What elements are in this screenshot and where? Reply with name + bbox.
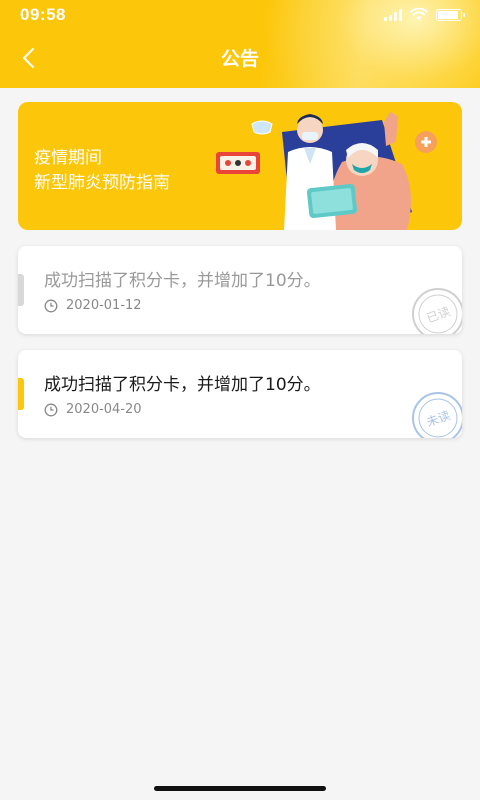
notice-title: 成功扫描了积分卡，并增加了10分。 bbox=[44, 271, 321, 291]
notice-title: 成功扫描了积分卡，并增加了10分。 bbox=[44, 375, 321, 395]
status-time: 09:58 bbox=[20, 5, 66, 24]
nav-bar: 公告 bbox=[0, 30, 480, 86]
status-bar: 09:58 bbox=[0, 0, 480, 30]
read-stamp-icon: 已读 bbox=[412, 288, 462, 334]
battery-icon bbox=[436, 8, 465, 21]
notice-card-unread[interactable]: 成功扫描了积分卡，并增加了10分。 2020-04-20 未读 bbox=[18, 350, 462, 438]
banner-line1: 疫情期间 bbox=[34, 148, 102, 168]
notice-date: 2020-04-20 bbox=[66, 402, 142, 417]
header: 09:58 公告 bbox=[0, 0, 480, 88]
clock-icon bbox=[44, 299, 58, 312]
page-title: 公告 bbox=[220, 48, 259, 70]
read-stamp-text: 已读 bbox=[425, 304, 452, 325]
notice-card-read[interactable]: 成功扫描了积分卡，并增加了10分。 2020-01-12 已读 bbox=[18, 246, 462, 334]
home-indicator bbox=[154, 786, 326, 791]
unread-stamp-icon: 未读 bbox=[412, 392, 462, 438]
wifi-icon bbox=[410, 8, 428, 21]
banner-text: 疫情期间 新型肺炎预防指南 bbox=[34, 146, 170, 196]
signal-icon bbox=[384, 8, 402, 21]
unread-stamp-text: 未读 bbox=[425, 408, 452, 429]
unread-marker bbox=[18, 378, 24, 410]
clock-icon bbox=[44, 403, 58, 416]
notice-meta: 2020-01-12 bbox=[44, 298, 142, 313]
read-marker bbox=[18, 274, 24, 306]
banner-line2: 新型肺炎预防指南 bbox=[34, 173, 170, 193]
doctor-illustration bbox=[216, 112, 437, 230]
guide-banner[interactable]: 疫情期间 新型肺炎预防指南 bbox=[18, 102, 462, 230]
status-icons bbox=[384, 8, 465, 21]
notice-date: 2020-01-12 bbox=[66, 298, 142, 313]
notice-meta: 2020-04-20 bbox=[44, 402, 142, 417]
